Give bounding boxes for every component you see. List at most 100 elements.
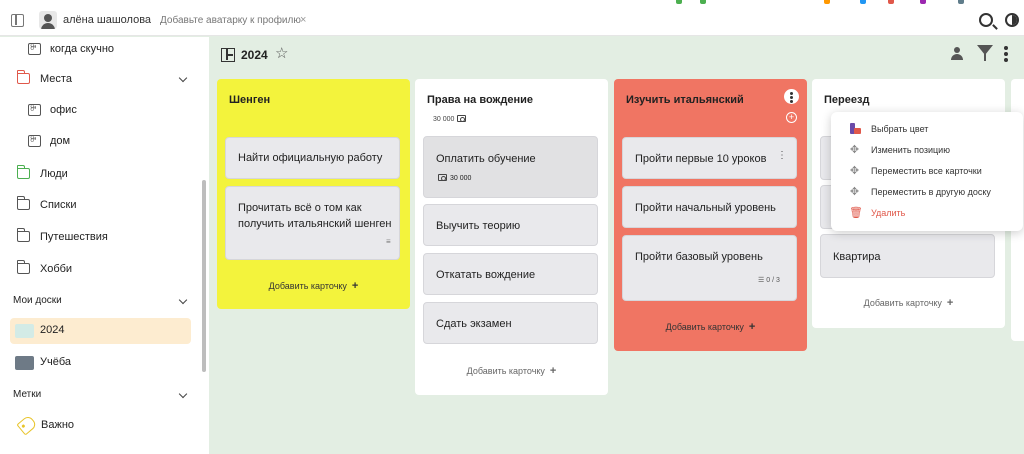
people-folder-icon bbox=[28, 134, 41, 147]
menu-item-label: Переместить в другую доску bbox=[871, 187, 991, 197]
star-icon[interactable]: ☆ bbox=[275, 44, 288, 62]
card-title: Найти официальную работу bbox=[238, 152, 383, 164]
move-icon: ✥ bbox=[849, 144, 860, 156]
sidebar-section-tags[interactable]: Метки bbox=[0, 383, 200, 409]
card-title: Откатать вождение bbox=[436, 269, 536, 281]
card[interactable]: Прочитать всё о том как получить итальян… bbox=[225, 186, 400, 260]
plus-icon: + bbox=[946, 297, 954, 309]
sidebar-item-label: Списки bbox=[40, 199, 77, 211]
add-card-button[interactable]: Добавить карточку + bbox=[217, 280, 410, 292]
chevron-down-icon[interactable] bbox=[178, 295, 188, 305]
user-icon[interactable] bbox=[951, 47, 963, 61]
column-title[interactable]: Права на вождение bbox=[427, 94, 533, 106]
sidebar-item-kogda-skuchno[interactable]: когда скучно bbox=[0, 37, 200, 63]
hint-close-icon[interactable]: × bbox=[300, 14, 306, 26]
theme-toggle-icon[interactable] bbox=[1005, 13, 1019, 27]
people-folder-icon bbox=[28, 103, 41, 116]
column-prava: Права на вождение 30 000 Оплатить обучен… bbox=[415, 79, 608, 395]
sidebar-item-mesta[interactable]: Места bbox=[0, 67, 200, 93]
add-card-label: Добавить карточку bbox=[268, 281, 347, 291]
menu-item-change-position[interactable]: ✥ Изменить позицию bbox=[831, 141, 1023, 161]
menu-item-move-all-cards[interactable]: ✥ Переместить все карточки bbox=[831, 162, 1023, 182]
comment-icon: ≡ bbox=[386, 237, 391, 246]
section-title: Метки bbox=[13, 389, 42, 400]
card[interactable]: Найти официальную работу bbox=[225, 137, 400, 179]
sidebar-item-khobbi[interactable]: Хобби bbox=[0, 257, 200, 283]
add-card-button[interactable]: Добавить карточку + bbox=[614, 321, 807, 333]
sidebar-board-ucheba[interactable]: Учёба bbox=[0, 350, 200, 376]
card-amount: 30 000 bbox=[438, 174, 471, 182]
column-title[interactable]: Шенген bbox=[229, 94, 270, 106]
card[interactable]: Пройти первые 10 уроков ⋮ bbox=[622, 137, 797, 179]
move-icon: ✥ bbox=[849, 186, 860, 198]
sidebar-section-boards[interactable]: Мои доски bbox=[0, 289, 200, 315]
card[interactable]: Оплатить обучение 30 000 bbox=[423, 136, 598, 198]
add-card-label: Добавить карточку bbox=[863, 298, 942, 308]
sidebar-item-puteshestviya[interactable]: Путешествия bbox=[0, 225, 200, 251]
add-card-label: Добавить карточку bbox=[466, 366, 545, 376]
card-title: Прочитать всё о том как получить итальян… bbox=[238, 202, 392, 230]
sidebar-item-label: Путешествия bbox=[40, 231, 108, 243]
sidebar-item-ofis[interactable]: офис bbox=[0, 98, 200, 124]
card[interactable]: Откатать вождение bbox=[423, 253, 598, 295]
plus-icon: + bbox=[549, 365, 557, 377]
menu-item-move-to-board[interactable]: ✥ Переместить в другую доску bbox=[831, 183, 1023, 203]
sidebar-item-label: офис bbox=[50, 104, 77, 116]
card[interactable]: Сдать экзамен bbox=[423, 302, 598, 344]
card[interactable]: Квартира bbox=[820, 234, 995, 278]
sidebar-board-2024[interactable]: 2024 bbox=[10, 318, 191, 344]
more-vertical-icon[interactable] bbox=[1004, 46, 1008, 62]
sidebar-item-label: Места bbox=[40, 73, 72, 85]
chevron-down-icon[interactable] bbox=[178, 73, 188, 83]
menu-item-label: Изменить позицию bbox=[871, 145, 950, 155]
sidebar-item-dom[interactable]: дом bbox=[0, 129, 200, 155]
card[interactable]: Выучить теорию bbox=[423, 204, 598, 246]
chevron-down-icon[interactable] bbox=[178, 389, 188, 399]
card[interactable]: Пройти базовый уровень ☰ 0 / 3 bbox=[622, 235, 797, 301]
sidebar-tag-vazhno[interactable]: Важно bbox=[0, 413, 200, 439]
column-title[interactable]: Изучить итальянский bbox=[626, 94, 744, 106]
add-icon[interactable]: + bbox=[786, 112, 797, 123]
menu-item-choose-color[interactable]: Выбрать цвет bbox=[831, 120, 1023, 140]
section-title: Мои доски bbox=[13, 295, 62, 306]
card-amount-value: 30 000 bbox=[450, 175, 472, 182]
plus-icon: + bbox=[351, 280, 359, 292]
tag-icon bbox=[16, 414, 38, 436]
column-context-menu: Выбрать цвет ✥ Изменить позицию ✥ Переме… bbox=[831, 112, 1023, 231]
sidebar-item-label: Хобби bbox=[40, 263, 73, 275]
sidebar: когда скучно Места офис дом Люди Списки … bbox=[0, 37, 209, 454]
sidebar-scrollbar[interactable] bbox=[202, 180, 206, 372]
money-icon bbox=[438, 174, 447, 181]
sidebar-item-label: дом bbox=[50, 135, 71, 147]
palette-icon bbox=[850, 123, 861, 135]
card-title: Сдать экзамен bbox=[436, 318, 512, 330]
move-icon: ✥ bbox=[849, 165, 860, 177]
card-more-icon[interactable]: ⋮ bbox=[777, 150, 787, 161]
column-more-icon[interactable] bbox=[784, 89, 799, 104]
card[interactable]: Пройти начальный уровень bbox=[622, 186, 797, 228]
sidebar-item-spiski[interactable]: Списки bbox=[0, 193, 200, 219]
card-title: Оплатить обучение bbox=[436, 153, 536, 165]
board-icon bbox=[221, 48, 235, 62]
filter-icon[interactable] bbox=[977, 45, 993, 61]
money-icon bbox=[457, 115, 467, 122]
add-card-button[interactable]: Добавить карточку + bbox=[812, 297, 1005, 309]
people-folder-icon bbox=[28, 42, 41, 55]
sidebar-toggle-icon[interactable] bbox=[11, 14, 24, 27]
folder-icon bbox=[16, 70, 30, 84]
column-amount: 30 000 bbox=[433, 115, 467, 123]
checklist-count: 0 / 3 bbox=[766, 277, 780, 284]
add-card-button[interactable]: Добавить карточку + bbox=[415, 365, 608, 377]
folder-icon bbox=[16, 260, 30, 274]
username[interactable]: алёна шашолова bbox=[63, 14, 151, 26]
column-title[interactable]: Переезд bbox=[824, 94, 869, 106]
menu-item-label: Переместить все карточки bbox=[871, 166, 982, 176]
card-title: Квартира bbox=[833, 251, 881, 263]
search-icon[interactable] bbox=[979, 13, 993, 27]
column-shengen: Шенген Найти официальную работу Прочитат… bbox=[217, 79, 410, 309]
sidebar-item-lyudi[interactable]: Люди bbox=[0, 162, 200, 188]
card-title: Пройти начальный уровень bbox=[635, 202, 776, 214]
menu-item-delete[interactable]: 🗑 Удалить bbox=[831, 204, 1023, 224]
avatar[interactable] bbox=[39, 11, 57, 29]
avatar-hint[interactable]: Добавьте аватарку к профилю bbox=[160, 15, 301, 26]
